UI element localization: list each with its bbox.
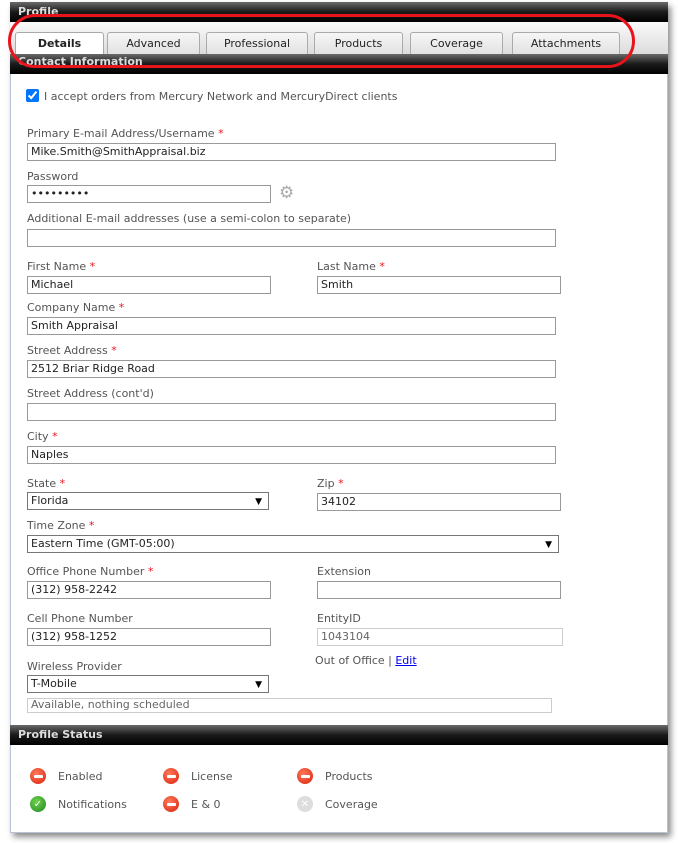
status-notifications: ✓ Notifications [30, 796, 127, 812]
extension-input[interactable] [317, 581, 561, 599]
zip-input[interactable]: 34102 [317, 493, 561, 511]
password-label: Password [27, 170, 79, 183]
street2-label: Street Address (cont'd) [27, 387, 154, 400]
status-coverage: ✕ Coverage [297, 796, 378, 812]
tab-advanced[interactable]: Advanced [107, 32, 200, 54]
street2-input[interactable] [27, 403, 556, 421]
accept-orders-checkbox[interactable] [26, 89, 39, 102]
first-name-label: First Name * [27, 260, 96, 273]
cell-phone-label: Cell Phone Number [27, 612, 133, 625]
timezone-select[interactable]: Eastern Time (GMT-05:00) [27, 535, 559, 553]
company-label: Company Name * [27, 301, 125, 314]
status-products: Products [297, 768, 373, 784]
profile-status-header: Profile Status [10, 725, 668, 745]
additional-email-label: Additional E-mail addresses (use a semi-… [27, 212, 352, 225]
error-icon [163, 796, 179, 812]
additional-email-input[interactable] [27, 229, 556, 247]
contact-information-header: Contact Information [10, 54, 668, 74]
tab-coverage[interactable]: Coverage [410, 32, 503, 54]
status-license: License [163, 768, 232, 784]
accept-orders-label: I accept orders from Mercury Network and… [44, 90, 398, 103]
gear-icon[interactable]: ⚙ [279, 183, 294, 203]
state-select[interactable]: Florida [27, 492, 269, 510]
error-icon [297, 768, 313, 784]
error-icon [30, 768, 46, 784]
street-label: Street Address * [27, 344, 117, 357]
tab-products[interactable]: Products [314, 32, 403, 54]
tab-professional[interactable]: Professional [206, 32, 308, 54]
zip-label: Zip * [317, 477, 344, 490]
password-input[interactable]: ••••••••• [27, 185, 271, 203]
entity-id-label: EntityID [317, 612, 361, 625]
extension-label: Extension [317, 565, 372, 578]
status-enabled: Enabled [30, 768, 102, 784]
email-label: Primary E-mail Address/Username * [27, 127, 224, 140]
profile-header: Profile [10, 2, 668, 22]
wireless-provider-label: Wireless Provider [27, 660, 122, 673]
check-icon: ✓ [30, 796, 46, 812]
disabled-x-icon: ✕ [297, 796, 313, 812]
tab-details[interactable]: Details [15, 32, 104, 54]
state-label: State * [27, 477, 66, 490]
last-name-label: Last Name * [317, 260, 385, 273]
entity-id-field: 1043104 [317, 628, 563, 646]
wireless-provider-select[interactable]: T-Mobile [27, 675, 269, 693]
availability-field: Available, nothing scheduled [27, 698, 552, 713]
city-input[interactable]: Naples [27, 446, 556, 464]
error-icon [163, 768, 179, 784]
out-of-office: Out of Office | Edit [315, 654, 417, 667]
cell-phone-input[interactable]: (312) 958-1252 [27, 628, 271, 646]
tab-attachments[interactable]: Attachments [512, 32, 620, 54]
edit-out-of-office-link[interactable]: Edit [395, 654, 416, 667]
street-input[interactable]: 2512 Briar Ridge Road [27, 360, 556, 378]
first-name-input[interactable]: Michael [27, 276, 271, 294]
city-label: City * [27, 430, 58, 443]
office-phone-label: Office Phone Number * [27, 565, 154, 578]
company-input[interactable]: Smith Appraisal [27, 317, 556, 335]
office-phone-input[interactable]: (312) 958-2242 [27, 581, 271, 599]
email-input[interactable]: Mike.Smith@SmithAppraisal.biz [27, 143, 556, 161]
last-name-input[interactable]: Smith [317, 276, 561, 294]
timezone-label: Time Zone * [27, 519, 95, 532]
status-e-and-o: E & 0 [163, 796, 221, 812]
